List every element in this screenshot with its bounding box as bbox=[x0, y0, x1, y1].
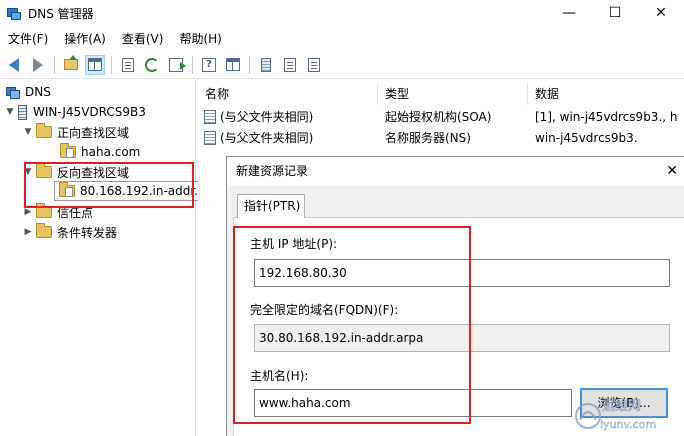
maximize-button[interactable]: ☐ bbox=[592, 0, 638, 26]
toolbar-divider bbox=[249, 55, 250, 74]
properties-icon[interactable] bbox=[118, 55, 138, 75]
export-list-icon[interactable] bbox=[166, 55, 186, 75]
window-title: DNS 管理器 bbox=[28, 6, 94, 21]
menu-view[interactable]: 查看(V) bbox=[114, 30, 172, 47]
cell-name: (与父文件夹相同) bbox=[220, 131, 314, 145]
annotation-box bbox=[24, 162, 194, 208]
forward-icon[interactable] bbox=[28, 55, 48, 75]
cell-type: 起始授权机构(SOA) bbox=[385, 110, 492, 124]
chevron-down-icon[interactable]: ▼ bbox=[22, 127, 34, 137]
help-icon[interactable]: ? bbox=[199, 55, 219, 75]
folder-icon bbox=[36, 123, 52, 138]
refresh-icon[interactable] bbox=[142, 55, 162, 75]
tree-label: 正向查找区域 bbox=[57, 125, 130, 140]
dialog-close-button[interactable]: ✕ bbox=[666, 157, 678, 185]
folder-up-icon[interactable] bbox=[61, 55, 81, 75]
table-row[interactable]: (与父文件夹相同) 起始授权机构(SOA) [1], win-j45vdrcs9… bbox=[198, 107, 684, 127]
server-icon bbox=[18, 104, 27, 120]
menu-bar: 文件(F) 操作(A) 查看(V) 帮助(H) bbox=[0, 27, 684, 49]
toolbar-divider bbox=[192, 55, 193, 74]
tree-label: DNS bbox=[25, 85, 51, 99]
close-button[interactable]: ✕ bbox=[638, 0, 684, 26]
tree-item-forward-zone[interactable]: ▼ 正向查找区域 bbox=[22, 122, 129, 142]
cell-type: 名称服务器(NS) bbox=[385, 131, 471, 145]
tab-ptr[interactable]: 指针(PTR) bbox=[237, 194, 305, 218]
record-icon bbox=[204, 110, 216, 124]
dialog-title: 新建资源记录 bbox=[236, 164, 309, 178]
list-header: 名称 类型 数据 bbox=[198, 83, 684, 105]
zone-icon bbox=[60, 143, 76, 158]
chevron-right-icon[interactable]: ▶ bbox=[22, 207, 34, 217]
server-icon[interactable] bbox=[256, 55, 276, 75]
toolbar-divider bbox=[111, 55, 112, 74]
cell-data: win-j45vdrcs9b3. bbox=[535, 131, 638, 145]
toolbar-divider bbox=[54, 55, 55, 74]
title-bar: DNS 管理器 — ☐ ✕ bbox=[0, 0, 684, 26]
show-hide-tree-icon[interactable] bbox=[85, 54, 105, 75]
menu-action[interactable]: 操作(A) bbox=[56, 30, 114, 47]
menu-help[interactable]: 帮助(H) bbox=[171, 30, 229, 47]
tree-label: 条件转发器 bbox=[57, 225, 118, 240]
menu-file[interactable]: 文件(F) bbox=[0, 30, 56, 47]
record-list-icon[interactable] bbox=[280, 55, 300, 75]
back-icon[interactable] bbox=[4, 55, 24, 75]
tree-item-server[interactable]: ▼ WIN-J45VDRCS9B3 bbox=[4, 102, 146, 122]
annotation-box bbox=[233, 226, 471, 424]
tree-item-haha-com[interactable]: haha.com bbox=[60, 142, 140, 162]
browse-button[interactable]: 浏览(B)... bbox=[580, 388, 668, 418]
console-tree: DNS ▼ WIN-J45VDRCS9B3 ▼ 正向查找区域 haha.com … bbox=[0, 80, 202, 436]
tree-item-dns[interactable]: DNS bbox=[6, 82, 51, 102]
tree-item-conditional-forwarders[interactable]: ▶ 条件转发器 bbox=[22, 222, 117, 242]
column-header-data[interactable]: 数据 bbox=[528, 83, 684, 105]
cell-name: (与父文件夹相同) bbox=[220, 110, 314, 124]
tree-label: haha.com bbox=[81, 145, 141, 159]
table-row[interactable]: (与父文件夹相同) 名称服务器(NS) win-j45vdrcs9b3. bbox=[198, 128, 684, 148]
folder-icon bbox=[36, 223, 52, 238]
dns-icon bbox=[6, 85, 20, 99]
record-icon bbox=[204, 131, 216, 145]
chevron-right-icon[interactable]: ▶ bbox=[22, 227, 34, 237]
column-header-type[interactable]: 类型 bbox=[378, 83, 528, 105]
toolbar: ? bbox=[0, 51, 684, 79]
record-view-icon[interactable] bbox=[304, 55, 324, 75]
minimize-button[interactable]: — bbox=[546, 0, 592, 26]
view-icon[interactable] bbox=[223, 55, 243, 75]
dns-manager-icon bbox=[6, 5, 22, 21]
column-header-name[interactable]: 名称 bbox=[198, 83, 378, 105]
chevron-down-icon[interactable]: ▼ bbox=[4, 107, 16, 117]
cell-data: [1], win-j45vdrcs9b3., h bbox=[535, 110, 678, 124]
tree-label: WIN-J45VDRCS9B3 bbox=[33, 105, 146, 119]
